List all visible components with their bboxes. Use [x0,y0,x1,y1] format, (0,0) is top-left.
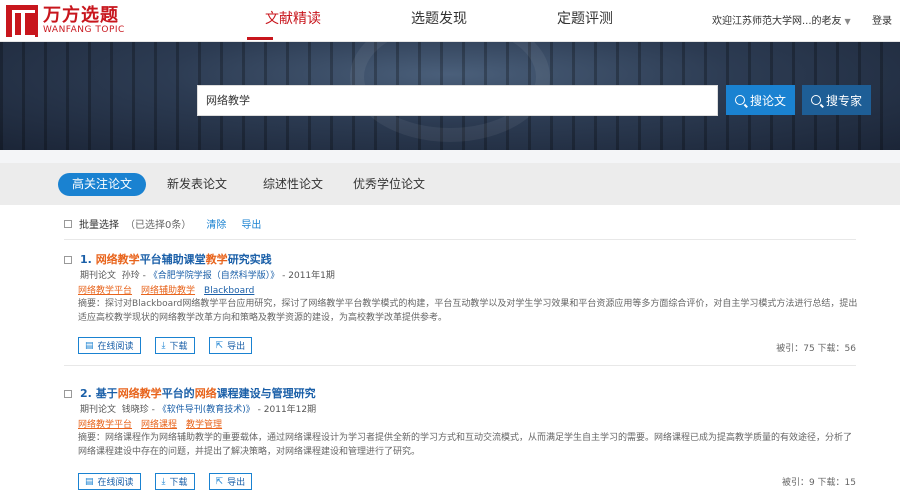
logo[interactable]: 万方选题 WANFANG TOPIC [6,4,125,38]
title-segment: 平台的 [161,387,195,400]
title-segment: 教学 [205,253,228,266]
nav-item-topic-evaluation[interactable]: 定题评测 [512,0,658,42]
result-type: 期刊论文 [80,271,117,281]
batch-toolbar: 批量选择 （已选择0条） 清除 导出 [64,216,261,231]
top-header: 万方选题 WANFANG TOPIC 文献精读 选题发现 定题评测 欢迎江苏师范… [0,0,900,42]
wanfang-logo-icon [6,5,38,38]
title-segment: 网络教学 [95,253,140,266]
result-stats: 被引：9 下载：15 [781,478,856,488]
result-type: 期刊论文 [80,405,117,415]
result-item: 1. 网络教学平台辅助课堂教学研究实践 期刊论文 孙玲 - 《合肥学院学报（自然… [64,251,858,356]
search-papers-button[interactable]: 搜论文 [726,85,795,115]
search-banner: 网络教学 搜论文 搜专家 [0,42,900,150]
search-papers-label: 搜论文 [749,93,786,108]
tab-review-papers[interactable]: 综述性论文 [254,173,332,196]
title-segment: 基于 [95,387,118,400]
keyword-tag[interactable]: 网络教学平台 [78,420,132,430]
download-button[interactable]: ⤓ 下载 [154,473,195,490]
title-segment: 网络教学 [117,387,162,400]
download-label: 下载 [169,478,188,488]
result-author[interactable]: 钱晓珍 [122,405,149,415]
tab-new-papers[interactable]: 新发表论文 [158,173,236,196]
read-online-button[interactable]: ▤ 在线阅读 [78,337,141,354]
nav-item-topic-discovery[interactable]: 选题发现 [366,0,512,42]
title-segment: 课程建设与管理研究 [216,387,316,400]
search-experts-button[interactable]: 搜专家 [802,85,871,115]
export-icon: ⇱ [215,476,224,487]
tab-excellent-theses[interactable]: 优秀学位论文 [344,173,434,196]
result-checkbox[interactable] [64,256,72,264]
title-segment: 网络 [194,387,217,400]
batch-select-checkbox[interactable] [64,219,72,228]
book-icon: ▤ [85,340,94,351]
result-number: 1. [80,253,92,266]
export-button[interactable]: ⇱ 导出 [208,337,253,354]
result-journal[interactable]: 《合肥学院学报（自然科学版）》 [149,271,280,281]
title-segment: 平台辅助课堂 [139,253,206,266]
result-keywords: 网络教学平台 网络课程 教学管理 [78,417,231,430]
logo-subtitle: WANFANG TOPIC [43,24,125,35]
read-online-label: 在线阅读 [97,478,134,488]
main-nav: 文献精读 选题发现 定题评测 [220,0,658,42]
result-actions: ▤ 在线阅读 ⤓ 下载 ⇱ 导出 [78,473,266,490]
user-greeting: 欢迎江苏师范大学网...的老友 [712,16,842,27]
batch-select-label: 批量选择 [79,220,119,231]
read-online-label: 在线阅读 [97,342,134,352]
results-panel: 批量选择 （已选择0条） 清除 导出 1. 网络教学平台辅助课堂教学研究实践 期… [0,205,900,495]
result-title[interactable]: 1. 网络教学平台辅助课堂教学研究实践 [80,251,272,267]
logo-title: 万方选题 [43,4,119,26]
user-menu[interactable]: 欢迎江苏师范大学网...的老友 ▼ [712,12,851,27]
download-icon: ⤓ [161,476,166,487]
result-meta: 期刊论文 钱晓珍 - 《软件导刊(教育技术)》 - 2011年12期 [80,405,317,415]
result-checkbox[interactable] [64,390,72,398]
result-journal[interactable]: 《软件导刊(教育技术)》 [158,405,255,415]
result-abstract: 摘要：网络课程作为网络辅助教学的重要载体，通过网络课程设计为学习者提供全新的学习… [78,433,853,457]
download-button[interactable]: ⤓ 下载 [154,337,195,354]
divider [64,365,856,366]
result-date: 2011年12期 [263,405,317,415]
result-author[interactable]: 孙玲 [122,271,140,281]
result-title[interactable]: 2. 基于网络教学平台的网络课程建设与管理研究 [80,385,316,401]
read-online-button[interactable]: ▤ 在线阅读 [78,473,141,490]
export-label: 导出 [227,478,246,488]
download-icon: ⤓ [161,340,166,351]
login-link[interactable]: 登录 [872,12,892,27]
category-tabs: 高关注论文 新发表论文 综述性论文 优秀学位论文 [0,163,900,205]
clear-button[interactable]: 清除 [206,216,226,231]
export-label: 导出 [227,342,246,352]
result-stats: 被引：75 下载：56 [776,344,856,354]
chevron-down-icon: ▼ [844,17,851,26]
keyword-tag[interactable]: 教学管理 [186,420,222,430]
result-number: 2. [80,387,92,400]
result-item: 2. 基于网络教学平台的网络课程建设与管理研究 期刊论文 钱晓珍 - 《软件导刊… [64,385,856,490]
keyword-tag[interactable]: 网络课程 [141,420,177,430]
search-icon [734,95,745,105]
keyword-tag[interactable]: Blackboard [204,286,254,296]
result-abstract: 摘要：探讨对Blackboard网络教学平台应用研究，探讨了网络教学平台教学模式… [78,299,858,323]
export-icon: ⇱ [215,340,224,351]
keyword-tag[interactable]: 网络辅助教学 [141,286,195,296]
result-meta: 期刊论文 孙玲 - 《合肥学院学报（自然科学版）》 - 2011年1期 [80,271,335,281]
title-segment: 研究实践 [227,253,272,266]
search-experts-label: 搜专家 [825,93,862,108]
nav-item-literature-reading[interactable]: 文献精读 [220,0,366,42]
tab-high-attention[interactable]: 高关注论文 [58,173,146,196]
result-date: 2011年1期 [288,271,335,281]
result-keywords: 网络教学平台 网络辅助教学 Blackboard [78,283,263,296]
keyword-tag[interactable]: 网络教学平台 [78,286,132,296]
export-button[interactable]: ⇱ 导出 [208,473,253,490]
divider [64,239,856,240]
book-icon: ▤ [85,476,94,487]
download-label: 下载 [169,342,188,352]
search-icon [810,95,821,105]
result-actions: ▤ 在线阅读 ⤓ 下载 ⇱ 导出 [78,337,266,354]
selected-count: （已选择0条） [125,220,192,231]
search-input[interactable]: 网络教学 [197,85,718,116]
export-all-button[interactable]: 导出 [241,216,261,231]
